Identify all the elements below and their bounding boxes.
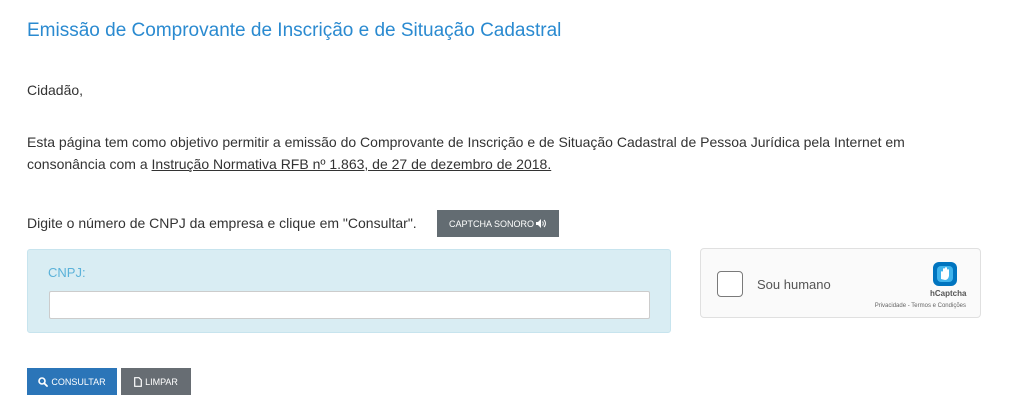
hcaptcha-widget: Sou humano hCaptcha Privacidade - Termos… bbox=[700, 248, 981, 318]
instruction-normative-link[interactable]: Instrução Normativa RFB nº 1.863, de 27 … bbox=[152, 156, 552, 172]
hcaptcha-label: Sou humano bbox=[757, 277, 831, 292]
page-title: Emissão de Comprovante de Inscrição e de… bbox=[27, 20, 562, 41]
captcha-audio-button[interactable]: CAPTCHA SONORO bbox=[437, 210, 559, 237]
hcaptcha-checkbox[interactable] bbox=[717, 271, 743, 297]
greeting: Cidadão, bbox=[27, 82, 84, 98]
hcaptcha-privacy-link[interactable]: Privacidade bbox=[875, 303, 906, 309]
consultar-label: CONSULTAR bbox=[51, 376, 106, 387]
search-icon bbox=[38, 376, 49, 387]
hcaptcha-brand: hCaptcha bbox=[930, 289, 967, 298]
cnpj-input[interactable] bbox=[49, 291, 650, 319]
limpar-label: LIMPAR bbox=[145, 376, 178, 387]
hcaptcha-links: Privacidade - Termos e Condições bbox=[875, 303, 966, 309]
captcha-audio-label: CAPTCHA SONORO bbox=[448, 218, 534, 229]
file-icon bbox=[134, 376, 142, 387]
intro-paragraph: Esta página tem como objetivo permitir a… bbox=[27, 131, 987, 175]
consultar-button[interactable]: CONSULTAR bbox=[27, 368, 117, 395]
cnpj-label: CNPJ: bbox=[48, 265, 86, 280]
cnpj-form-panel: CNPJ: bbox=[27, 249, 671, 333]
hcaptcha-terms-link[interactable]: Termos e Condições bbox=[911, 303, 966, 309]
volume-icon bbox=[536, 219, 547, 228]
cnpj-instruction: Digite o número de CNPJ da empresa e cli… bbox=[27, 215, 417, 231]
hcaptcha-logo-icon bbox=[930, 259, 960, 289]
limpar-button[interactable]: LIMPAR bbox=[121, 368, 191, 395]
